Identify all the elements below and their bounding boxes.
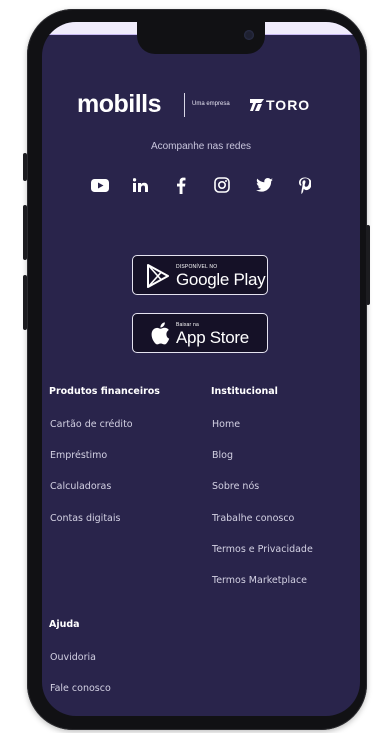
facebook-icon[interactable] bbox=[168, 172, 194, 198]
brand-divider bbox=[184, 93, 185, 117]
phone-screen: mobills Uma empresa TORO Acompanhe nas r… bbox=[42, 22, 360, 716]
toro-wordmark: TORO bbox=[266, 97, 311, 113]
app-store-label: App Store bbox=[176, 328, 249, 347]
link-blog[interactable]: Blog bbox=[212, 450, 233, 461]
google-play-icon bbox=[147, 264, 169, 288]
apple-icon bbox=[151, 322, 170, 345]
link-calculadoras[interactable]: Calculadoras bbox=[50, 481, 111, 492]
phone-power-button bbox=[366, 225, 370, 305]
produtos-heading: Produtos financeiros bbox=[49, 386, 160, 397]
brand-tagline: Uma empresa bbox=[192, 101, 230, 107]
institucional-heading: Institucional bbox=[211, 386, 278, 397]
phone-volume-up bbox=[23, 205, 27, 260]
youtube-icon[interactable] bbox=[87, 172, 113, 198]
toro-mark-icon bbox=[250, 99, 264, 111]
app-store-button[interactable]: Baixar na App Store bbox=[132, 313, 268, 353]
phone-volume-down bbox=[23, 275, 27, 330]
link-trabalhe-conosco[interactable]: Trabalhe conosco bbox=[212, 513, 294, 524]
link-home[interactable]: Home bbox=[212, 419, 240, 430]
notch bbox=[137, 22, 265, 54]
link-termos-marketplace[interactable]: Termos Marketplace bbox=[212, 575, 307, 586]
social-heading: Acompanhe nas redes bbox=[150, 141, 252, 152]
linkedin-icon[interactable] bbox=[128, 172, 154, 198]
front-camera-icon bbox=[244, 30, 254, 40]
link-cartao-de-credito[interactable]: Cartão de crédito bbox=[50, 419, 133, 430]
mobills-logo[interactable]: mobills bbox=[77, 90, 162, 119]
link-fale-conosco[interactable]: Fale conosco bbox=[50, 683, 111, 694]
link-emprestimo[interactable]: Empréstimo bbox=[50, 450, 107, 461]
brand-bar: mobills Uma empresa TORO bbox=[42, 90, 360, 120]
twitter-icon[interactable] bbox=[251, 172, 277, 198]
link-sobre-nos[interactable]: Sobre nós bbox=[212, 481, 259, 492]
toro-logo[interactable]: TORO bbox=[250, 97, 326, 114]
link-contas-digitais[interactable]: Contas digitais bbox=[50, 513, 120, 524]
link-ouvidoria[interactable]: Ouvidoria bbox=[50, 652, 96, 663]
google-play-label: Google Play bbox=[176, 270, 266, 289]
phone-mute-switch bbox=[23, 153, 27, 181]
social-icons-row bbox=[42, 172, 360, 198]
instagram-icon[interactable] bbox=[209, 172, 235, 198]
pinterest-icon[interactable] bbox=[291, 172, 317, 198]
link-termos-privacidade[interactable]: Termos e Privacidade bbox=[212, 544, 313, 555]
ajuda-heading: Ajuda bbox=[49, 619, 80, 630]
google-play-button[interactable]: DISPONÍVEL NO Google Play bbox=[132, 255, 268, 295]
